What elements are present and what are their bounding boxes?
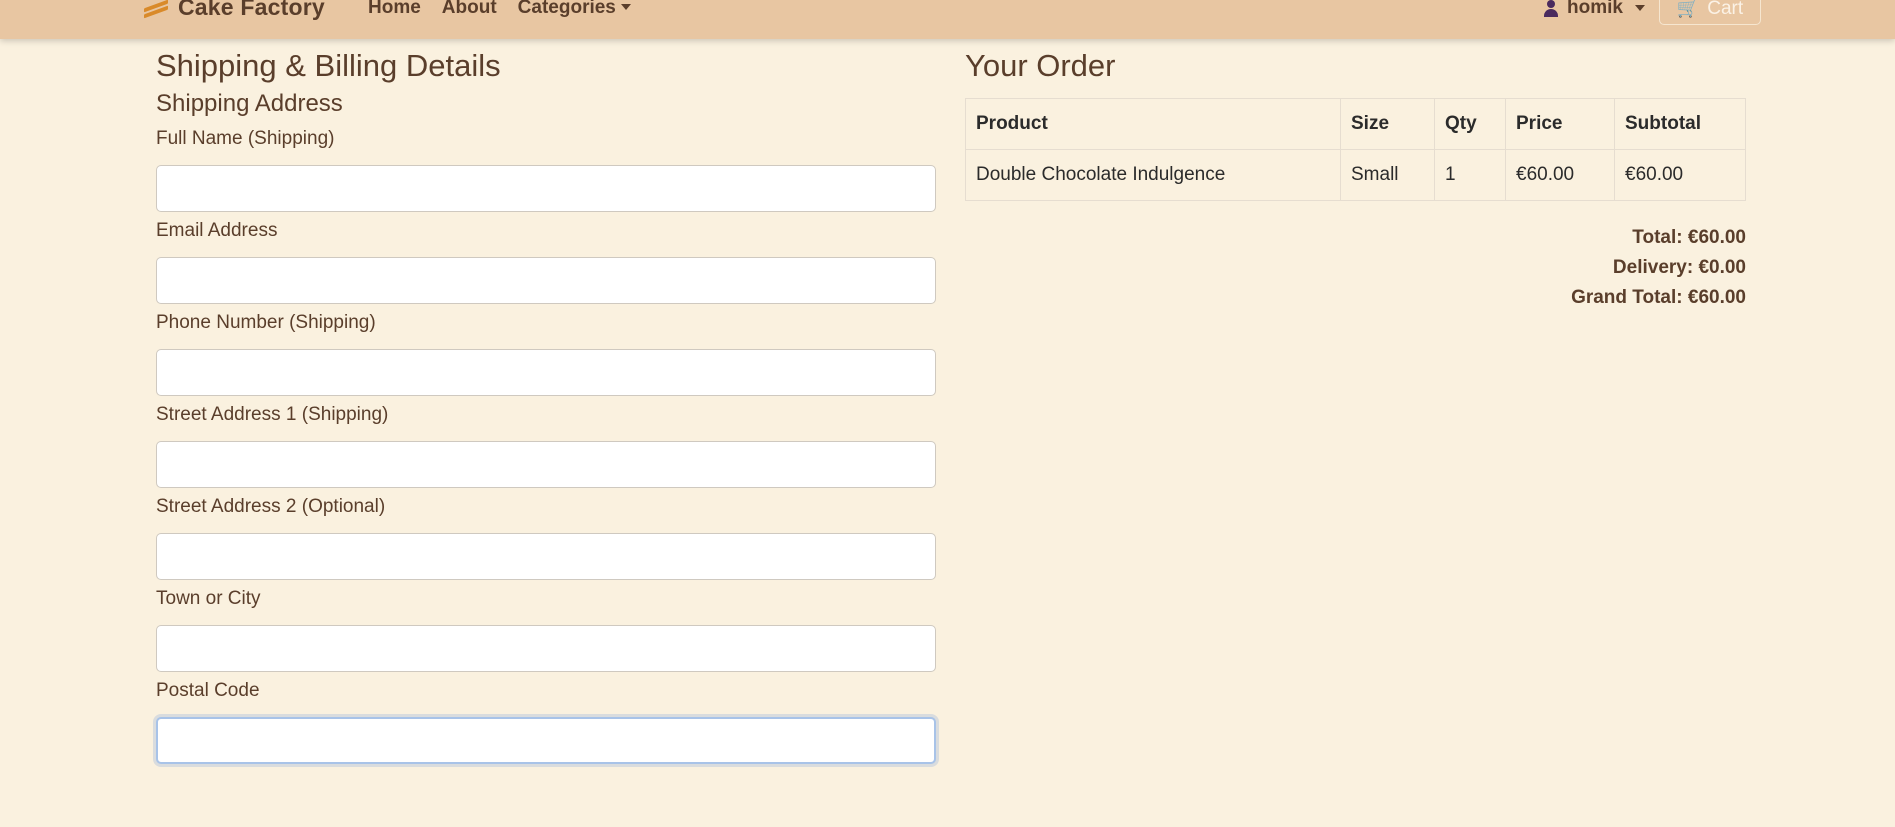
field-town: Town or City <box>156 588 936 672</box>
user-menu[interactable]: homik <box>1542 0 1645 19</box>
order-summary: Your Order Product Size Qty Price Subtot… <box>965 44 1746 313</box>
field-phone: Phone Number (Shipping) <box>156 312 936 396</box>
navbar: Cake Factory Home About Categories homik… <box>0 0 1895 39</box>
grand-total-amount: Grand Total: €60.00 <box>1571 287 1746 308</box>
brand-link[interactable]: Cake Factory <box>144 0 325 21</box>
cell-subtotal: €60.00 <box>1614 149 1746 201</box>
postal-code-input[interactable] <box>156 717 936 764</box>
section-title: Shipping Address <box>156 90 343 117</box>
user-icon <box>1542 0 1560 17</box>
total-amount: Total: €60.00 <box>1632 227 1746 248</box>
shipping-form: Shipping & Billing Details Shipping Addr… <box>156 44 936 764</box>
cell-product: Double Chocolate Indulgence <box>965 149 1341 201</box>
street1-input[interactable] <box>156 441 936 488</box>
phone-input[interactable] <box>156 349 936 396</box>
phone-label: Phone Number (Shipping) <box>156 312 376 333</box>
delivery-amount: Delivery: €0.00 <box>1612 257 1746 278</box>
town-input[interactable] <box>156 625 936 672</box>
chevron-down-icon <box>620 4 631 10</box>
cell-price: €60.00 <box>1505 149 1615 201</box>
email-input[interactable] <box>156 257 936 304</box>
cart-icon: 🛒 <box>1676 0 1700 18</box>
nav-about[interactable]: About <box>442 0 497 19</box>
town-label: Town or City <box>156 588 261 609</box>
table-header-row: Product Size Qty Price Subtotal <box>965 98 1746 150</box>
nav-categories[interactable]: Categories <box>518 0 631 19</box>
field-email: Email Address <box>156 220 936 304</box>
field-postal-code: Postal Code <box>156 680 936 764</box>
brand-name: Cake Factory <box>178 0 325 20</box>
chevron-down-icon <box>1634 5 1645 11</box>
field-full-name: Full Name (Shipping) <box>156 128 936 212</box>
field-street2: Street Address 2 (Optional) <box>156 496 936 580</box>
col-product: Product <box>965 98 1341 150</box>
full-name-input[interactable] <box>156 165 936 212</box>
cart-button[interactable]: 🛒 Cart <box>1659 0 1761 25</box>
email-label: Email Address <box>156 220 278 241</box>
order-title: Your Order <box>965 48 1116 83</box>
field-street1: Street Address 1 (Shipping) <box>156 404 936 488</box>
order-totals: Total: €60.00 Delivery: €0.00 Grand Tota… <box>965 223 1746 313</box>
username: homik <box>1567 0 1623 18</box>
street2-input[interactable] <box>156 533 936 580</box>
nav-links: Home About Categories <box>368 0 631 19</box>
nav-categories-label: Categories <box>517 0 616 18</box>
street2-label: Street Address 2 (Optional) <box>156 496 386 517</box>
order-table: Product Size Qty Price Subtotal Double C… <box>965 98 1746 201</box>
cart-label: Cart <box>1707 0 1744 19</box>
cell-size: Small <box>1340 149 1435 201</box>
cake-logo-icon <box>144 0 170 18</box>
table-row: Double Chocolate Indulgence Small 1 €60.… <box>965 149 1746 201</box>
street1-label: Street Address 1 (Shipping) <box>156 404 389 425</box>
col-size: Size <box>1340 98 1435 150</box>
col-qty: Qty <box>1434 98 1506 150</box>
col-subtotal: Subtotal <box>1614 98 1746 150</box>
col-price: Price <box>1505 98 1615 150</box>
postal-code-label: Postal Code <box>156 680 260 701</box>
nav-home[interactable]: Home <box>368 0 421 19</box>
form-title: Shipping & Billing Details <box>156 48 501 83</box>
full-name-label: Full Name (Shipping) <box>156 128 335 149</box>
cell-qty: 1 <box>1434 149 1506 201</box>
